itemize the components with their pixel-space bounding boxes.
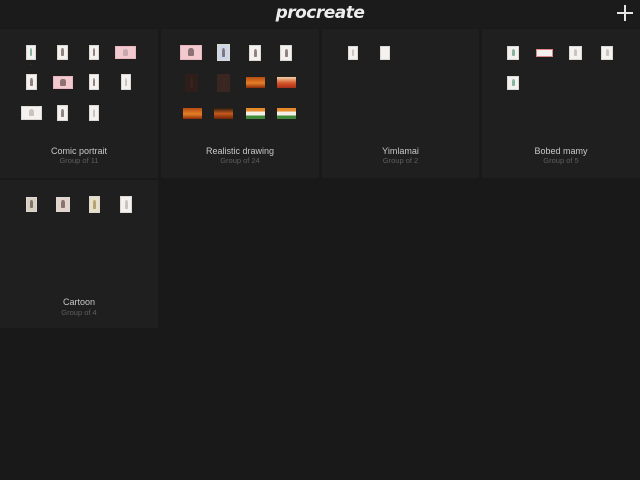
stack-realistic-drawing[interactable]: Realistic drawing Group of 24 [161, 29, 319, 178]
artwork-thumbnail[interactable] [89, 45, 99, 60]
stack-title: Yimlamai [382, 146, 419, 156]
artwork-thumbnail[interactable] [246, 77, 265, 88]
artwork-thumbnail[interactable] [249, 45, 261, 61]
artwork-thumbnail[interactable] [89, 74, 99, 90]
artwork-thumbnail[interactable] [214, 108, 233, 119]
artwork-thumbnail[interactable] [280, 45, 292, 61]
stack-count: Group of 4 [61, 308, 97, 317]
artwork-thumbnail[interactable] [507, 46, 519, 60]
artwork-thumbnail[interactable] [121, 74, 131, 90]
artwork-thumbnail[interactable] [26, 197, 37, 212]
artwork-thumbnail[interactable] [21, 106, 42, 120]
artwork-thumbnail[interactable] [277, 108, 296, 119]
artwork-thumbnail[interactable]: — [26, 45, 36, 66]
artwork-thumbnail[interactable] [380, 46, 390, 60]
stack-comic-portrait[interactable]: — Comic portrait Group of 11 [0, 29, 158, 178]
artwork-thumbnail[interactable] [89, 105, 99, 121]
artwork-thumbnail[interactable] [183, 108, 202, 119]
top-bar: procreate [0, 0, 640, 28]
stack-bobed-mamy[interactable]: Bobed mamy Group of 5 [482, 29, 640, 178]
artwork-thumbnail[interactable] [26, 74, 37, 90]
stack-count: Group of 11 [59, 156, 99, 165]
stack-title: Cartoon [62, 297, 96, 307]
artwork-thumbnail[interactable] [569, 46, 582, 60]
stack-title: Bobed mamy [534, 146, 588, 156]
artwork-thumbnail[interactable] [277, 77, 296, 88]
artwork-thumbnail[interactable] [115, 46, 136, 59]
stack-count: Group of 2 [382, 156, 419, 165]
stack-yimlamai[interactable]: Yimlamai Group of 2 [322, 29, 479, 178]
stack-title: Comic portrait [50, 146, 107, 156]
artwork-thumbnail[interactable] [57, 45, 68, 60]
artwork-thumbnail[interactable] [120, 196, 132, 213]
stack-title: Realistic drawing [205, 146, 275, 156]
artwork-thumbnail[interactable] [57, 105, 68, 121]
artwork-thumbnail[interactable] [56, 197, 70, 212]
plus-icon[interactable] [617, 5, 633, 21]
artwork-thumbnail[interactable] [348, 46, 358, 60]
artwork-thumbnail[interactable] [246, 108, 265, 119]
artwork-thumbnail[interactable] [601, 46, 613, 60]
artwork-thumbnail[interactable] [507, 76, 519, 90]
artwork-thumbnail[interactable] [89, 196, 100, 213]
artwork-thumbnail[interactable] [180, 45, 202, 60]
artwork-thumbnail[interactable] [53, 76, 73, 89]
procreate-logo: procreate [275, 3, 365, 23]
stack-cartoon[interactable]: Cartoon Group of 4 [0, 180, 158, 328]
artwork-thumbnail[interactable] [536, 49, 553, 57]
stack-count: Group of 24 [220, 156, 260, 165]
artwork-thumbnail[interactable] [217, 44, 230, 61]
artwork-thumbnail[interactable] [185, 74, 198, 92]
stack-count: Group of 5 [543, 156, 579, 165]
artwork-thumbnail[interactable] [217, 74, 230, 92]
